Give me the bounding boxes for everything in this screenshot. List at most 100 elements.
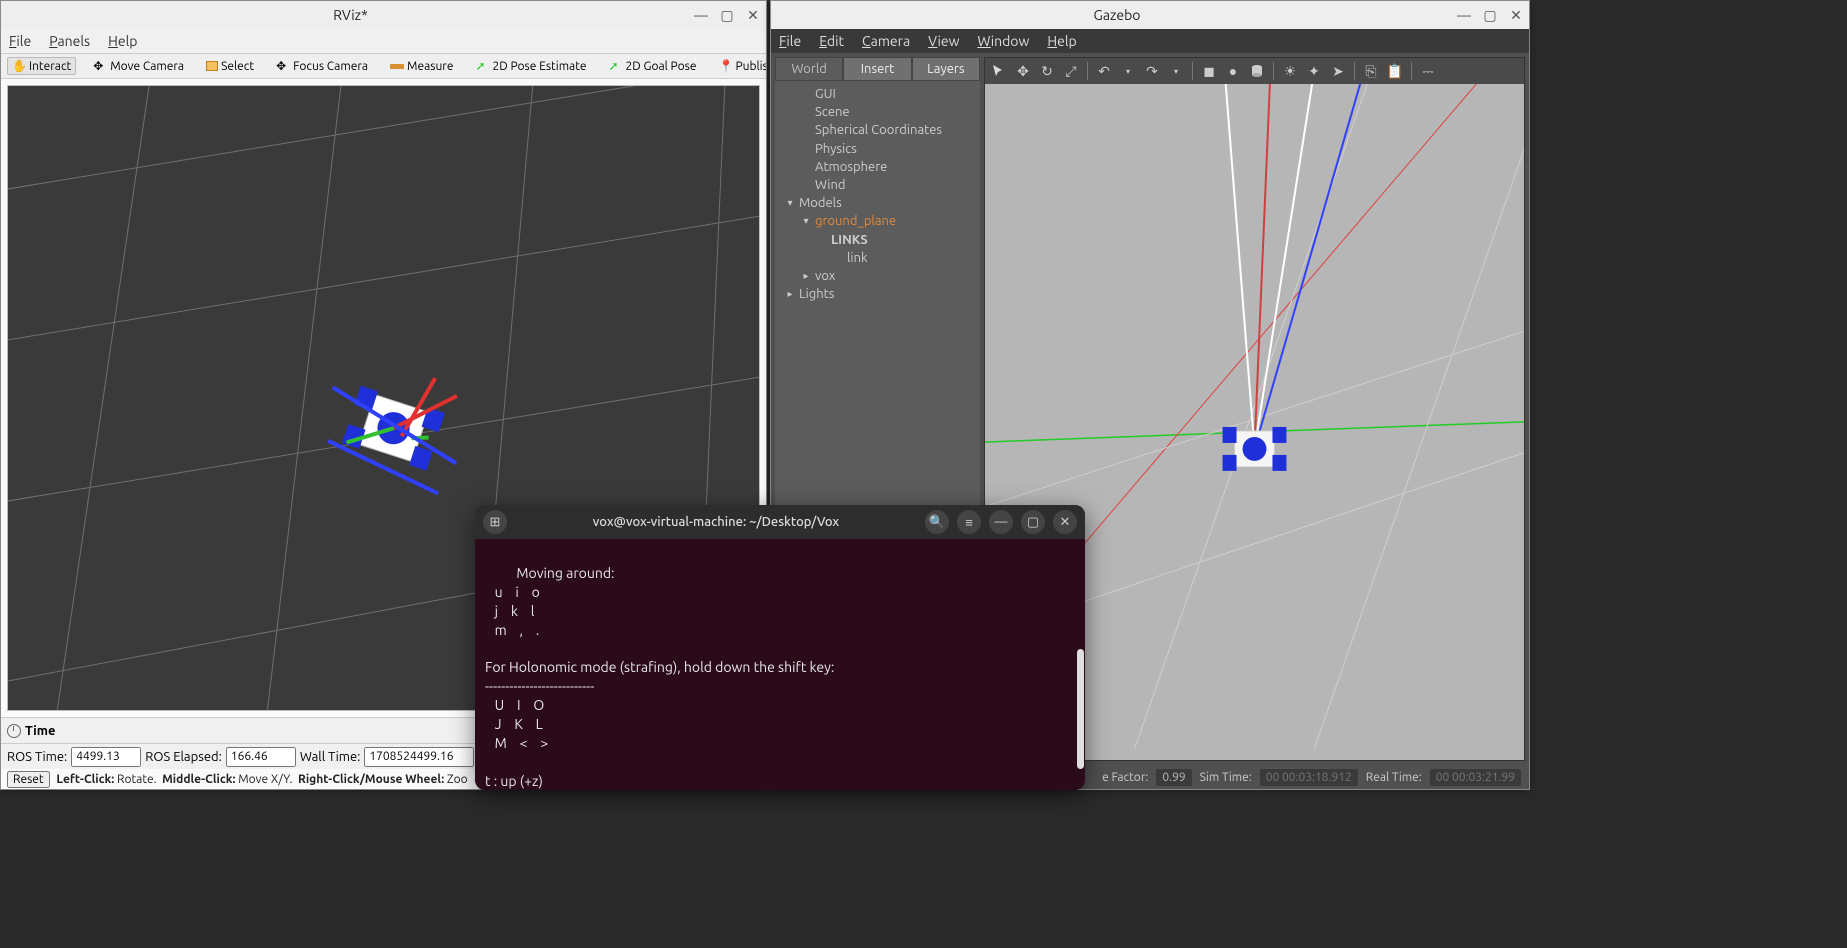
rviz-title: RViz* [7,7,694,23]
menu-file[interactable]: File [779,33,801,49]
translate-icon[interactable]: ✥ [1013,61,1033,81]
menu-window[interactable]: Window [977,33,1029,49]
tree-item[interactable]: Atmosphere [777,158,978,176]
reset-button[interactable]: Reset [7,771,50,788]
menu-icon[interactable]: ≡ [957,510,981,534]
tab-layers[interactable]: Layers [912,57,980,81]
clock-icon [7,724,21,738]
real-time-label: Real Time: [1366,771,1422,784]
factor-label: e Factor: [1102,771,1148,784]
terminal-text: Moving around: u i o j k l m , . For Hol… [485,565,834,790]
search-icon[interactable]: 🔍 [925,510,949,534]
move-icon: ✥ [93,59,107,73]
snap-icon[interactable]: ⎓ [1418,61,1438,81]
light-dir-icon[interactable]: ➤ [1328,61,1348,81]
terminal-title: vox@vox-virtual-machine: ~/Desktop/Vox [515,515,917,529]
light-point-icon[interactable]: ☀ [1280,61,1300,81]
tree-item[interactable]: link [777,249,978,267]
tool-2d-pose[interactable]: ➚2D Pose Estimate [470,57,591,75]
gazebo-titlebar[interactable]: Gazebo — ▢ ✕ [771,1,1529,29]
scrollbar[interactable] [1077,649,1084,769]
tree-item[interactable]: LINKS [777,231,978,249]
tool-focus-camera[interactable]: ✥Focus Camera [271,57,373,75]
menu-file[interactable]: File [9,33,31,49]
pose-icon: ➚ [475,59,489,73]
goal-icon: ➚ [609,59,623,73]
tool-2d-goal[interactable]: ➚2D Goal Pose [604,57,702,75]
sim-time-value: 00 00:03:18.912 [1260,769,1358,786]
box-icon[interactable]: ◼ [1199,61,1219,81]
tree-item[interactable]: ▸vox [777,267,978,285]
terminal-titlebar[interactable]: ⊞ vox@vox-virtual-machine: ~/Desktop/Vox… [475,505,1085,539]
copy-icon[interactable]: ⎘ [1361,61,1381,81]
redo-icon[interactable]: ↷ [1142,61,1162,81]
minimize-icon[interactable]: — [1457,8,1471,22]
tool-move-camera[interactable]: ✥Move Camera [88,57,189,75]
tree-item[interactable]: ▾Models [777,194,978,212]
new-tab-button[interactable]: ⊞ [483,510,507,534]
menu-edit[interactable]: Edit [819,33,844,49]
paste-icon[interactable]: 📋 [1385,61,1405,81]
wall-time-label: Wall Time: [300,750,361,764]
tree-item[interactable]: Spherical Coordinates [777,121,978,139]
tree-item[interactable]: GUI [777,85,978,103]
cylinder-icon[interactable] [1247,61,1267,81]
scale-icon[interactable]: ⤢ [1061,61,1081,81]
maximize-icon[interactable]: ▢ [1483,8,1497,22]
menu-help[interactable]: Help [1047,33,1076,49]
close-icon[interactable]: ✕ [1053,510,1077,534]
minimize-icon[interactable]: — [694,8,708,22]
tree-item[interactable]: Scene [777,103,978,121]
tool-select[interactable]: Select [201,58,259,75]
factor-value: 0.99 [1156,769,1191,786]
gazebo-toolbar: ✥ ↻ ⤢ ↶ ▾ ↷ ▾ ◼ ● ☀ ✦ ➤ ⎘ 📋 ⎓ [985,58,1524,84]
hand-icon: ✋ [12,59,26,73]
tree-item[interactable]: ▸Lights [777,285,978,303]
publish-icon: 📍 [718,59,732,73]
tool-publish-point[interactable]: 📍Publish Point [713,57,766,75]
rviz-titlebar[interactable]: RViz* — ▢ ✕ [1,1,766,29]
light-spot-icon[interactable]: ✦ [1304,61,1324,81]
ros-elapsed-input[interactable] [226,747,296,767]
focus-icon: ✥ [276,59,290,73]
tree-item[interactable]: ▾ground_plane [777,212,978,230]
undo-icon[interactable]: ↶ [1094,61,1114,81]
gazebo-menubar: File Edit Camera View Window Help [771,29,1529,53]
maximize-icon[interactable]: ▢ [720,8,734,22]
sim-time-label: Sim Time: [1200,771,1252,784]
menu-view[interactable]: View [928,33,959,49]
menu-camera[interactable]: Camera [862,33,910,49]
rotate-icon[interactable]: ↻ [1037,61,1057,81]
menu-help[interactable]: Help [108,33,137,49]
maximize-icon[interactable]: ▢ [1021,510,1045,534]
tree-item[interactable]: Physics [777,140,978,158]
tool-measure[interactable]: Measure [385,58,458,75]
robot-model [312,349,480,496]
ros-elapsed-label: ROS Elapsed: [145,750,222,764]
time-panel-title: Time [25,724,55,738]
terminal-output[interactable]: Moving around: u i o j k l m , . For Hol… [475,539,1085,790]
ros-time-label: ROS Time: [7,750,67,764]
rviz-toolbar: ✋Interact ✥Move Camera Select ✥Focus Cam… [1,53,766,79]
cursor-icon[interactable] [989,61,1009,81]
sphere-icon[interactable]: ● [1223,61,1243,81]
tab-insert[interactable]: Insert [843,57,911,81]
tool-interact[interactable]: ✋Interact [7,57,76,75]
wall-time-input[interactable] [364,747,474,767]
undo-drop-icon[interactable]: ▾ [1118,61,1138,81]
real-time-value: 00 00:03:21.99 [1430,769,1521,786]
ros-time-input[interactable] [71,747,141,767]
tab-world[interactable]: World [775,57,843,81]
rviz-menubar: File Panels Help [1,29,766,53]
redo-drop-icon[interactable]: ▾ [1166,61,1186,81]
tree-item[interactable]: Wind [777,176,978,194]
close-icon[interactable]: ✕ [1509,8,1523,22]
minimize-icon[interactable]: — [989,510,1013,534]
gazebo-title: Gazebo [777,7,1457,23]
close-icon[interactable]: ✕ [746,8,760,22]
menu-panels[interactable]: Panels [49,33,90,49]
robot-model [1223,427,1287,471]
select-icon [206,61,218,71]
measure-icon [390,64,404,69]
terminal-window: ⊞ vox@vox-virtual-machine: ~/Desktop/Vox… [475,505,1085,790]
